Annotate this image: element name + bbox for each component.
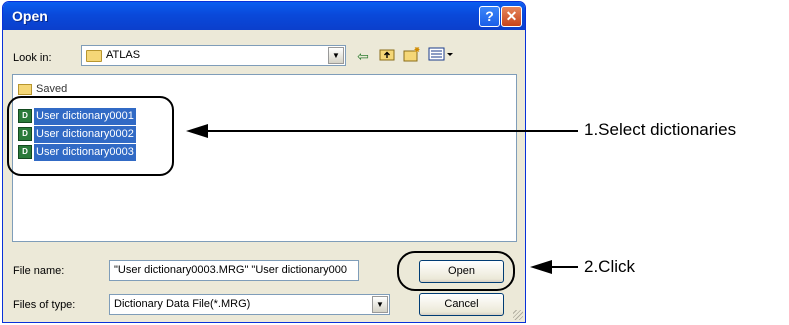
look-in-dropdown-button[interactable]: ▼ [328, 47, 344, 64]
back-icon[interactable]: ⇦ [354, 46, 372, 66]
arrow-head-select [186, 124, 208, 138]
annotation-step1: 1.Select dictionaries [584, 120, 737, 139]
annotation-step2: 2.Click [584, 257, 636, 276]
files-of-type-dropdown-button[interactable]: ▼ [372, 296, 388, 313]
files-of-type-label: Files of type: [13, 299, 76, 311]
folder-row-partial[interactable]: Saved [18, 83, 67, 95]
look-in-label: Look in: [13, 52, 52, 64]
folder-label: Saved [36, 83, 68, 95]
cancel-button[interactable]: Cancel [419, 293, 504, 316]
folder-icon [86, 50, 102, 62]
new-folder-icon[interactable] [403, 46, 421, 66]
help-button[interactable]: ? [479, 6, 500, 27]
selection-highlight-ring [7, 96, 174, 176]
title-bar[interactable]: Open ? ✕ [3, 2, 525, 30]
up-folder-icon[interactable] [378, 46, 396, 66]
arrow-head-click [530, 260, 552, 274]
files-of-type-value: Dictionary Data File(*.MRG) [114, 298, 251, 310]
folder-icon [18, 83, 32, 95]
open-button-highlight-ring [397, 251, 515, 291]
arrow-line-click [550, 266, 578, 268]
arrow-line-select [206, 130, 578, 132]
file-name-label: File name: [13, 265, 65, 277]
file-name-input[interactable]: "User dictionary0003.MRG" "User dictiona… [109, 260, 359, 281]
files-of-type-combo[interactable]: Dictionary Data File(*.MRG) ▼ [109, 294, 390, 315]
close-button[interactable]: ✕ [501, 6, 522, 27]
look-in-value: ATLAS [106, 49, 141, 61]
resize-grip[interactable] [513, 310, 523, 320]
look-in-combo[interactable]: ATLAS ▼ [81, 45, 346, 66]
views-menu-icon[interactable] [427, 46, 455, 66]
window-title: Open [12, 8, 48, 24]
